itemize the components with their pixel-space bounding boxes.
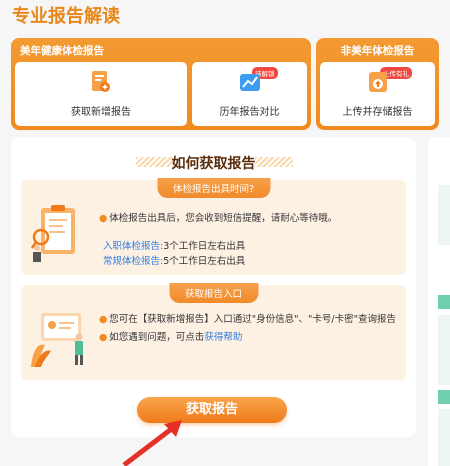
- side-strip: [438, 185, 450, 245]
- routine-report-label: 常规体检报告:: [103, 256, 164, 267]
- heading-decoration-right: [255, 157, 293, 167]
- history-compare-card[interactable]: 待解锁 历年报告对比: [192, 62, 307, 126]
- onboarding-report-label: 入职体检报告:: [103, 241, 164, 252]
- entry-instruction-line: ● 您可在【获取新增报告】入口通过"身份信息"、"卡号/卡密"查询报告: [99, 314, 396, 325]
- history-compare-label: 历年报告对比: [219, 107, 280, 118]
- report-time-box: 体检报告出具时间? ● 体检报告出具后，您会收到短信提醒，请耐心等待哦。 入职体检…: [21, 178, 406, 275]
- non-meinian-panel-title: 非美年体检报告: [340, 45, 415, 57]
- meinian-report-panel: 美年健康体检报告 获取新增报告 待解锁 历年报告对比: [11, 38, 311, 130]
- report-time-text: 体检报告出具后，您会收到短信提醒，请耐心等待哦。: [109, 213, 338, 224]
- upload-report-label: 上传并存储报告: [342, 107, 413, 118]
- get-new-report-card[interactable]: 获取新增报告: [15, 62, 187, 126]
- side-green-tab: [438, 390, 450, 404]
- adjacent-card-edge: [428, 137, 450, 466]
- get-new-report-label: 获取新增报告: [71, 107, 131, 118]
- red-arrow-icon: [122, 420, 182, 466]
- how-to-heading: 如何获取报告: [171, 156, 256, 172]
- routine-report-value: 5个工作日左右出具: [163, 256, 246, 267]
- chart-compare-icon: [239, 74, 260, 91]
- side-strip: [438, 315, 450, 385]
- upload-icon: [368, 72, 387, 92]
- help-prefix: 如您遇到问题，可点击: [109, 332, 205, 343]
- page-title: 专业报告解读: [12, 6, 120, 27]
- onboarding-report-value: 3个工作日左右出具: [163, 241, 246, 252]
- get-help-link[interactable]: 获得帮助: [204, 332, 242, 343]
- upload-report-card[interactable]: 上传有礼 上传并存储报告: [320, 62, 435, 126]
- report-entry-tab: 获取报告入口: [168, 283, 259, 303]
- routine-report-line: 常规体检报告:5个工作日左右出具: [103, 253, 245, 267]
- side-strip: [438, 409, 450, 466]
- id-card-illustration: [31, 313, 83, 367]
- clipboard-illustration: [31, 205, 75, 262]
- how-to-get-report-card: 如何获取报告 体检报告出具时间? ● 体检报告出具后，您会收到短信提醒，请耐心等待…: [11, 137, 416, 437]
- report-entry-box: 获取报告入口 ● 您可在【获取新增报告】入口通过"身份信息"、"卡号/卡密"查询报…: [21, 283, 406, 380]
- report-time-tab: 体检报告出具时间?: [156, 178, 271, 198]
- report-time-line1: ● 体检报告出具后，您会收到短信提醒，请耐心等待哦。: [99, 213, 338, 224]
- help-line: ● 如您遇到问题，可点击获得帮助: [99, 332, 243, 343]
- side-green-tab: [438, 295, 450, 309]
- onboarding-report-line: 入职体检报告:3个工作日左右出具: [103, 238, 245, 252]
- non-meinian-report-panel: 非美年体检报告 上传有礼 上传并存储报告: [316, 38, 439, 130]
- report-add-icon: [92, 71, 110, 92]
- entry-instruction-text: 您可在【获取新增报告】入口通过"身份信息"、"卡号/卡密"查询报告: [109, 314, 396, 325]
- meinian-panel-title: 美年健康体检报告: [20, 45, 104, 57]
